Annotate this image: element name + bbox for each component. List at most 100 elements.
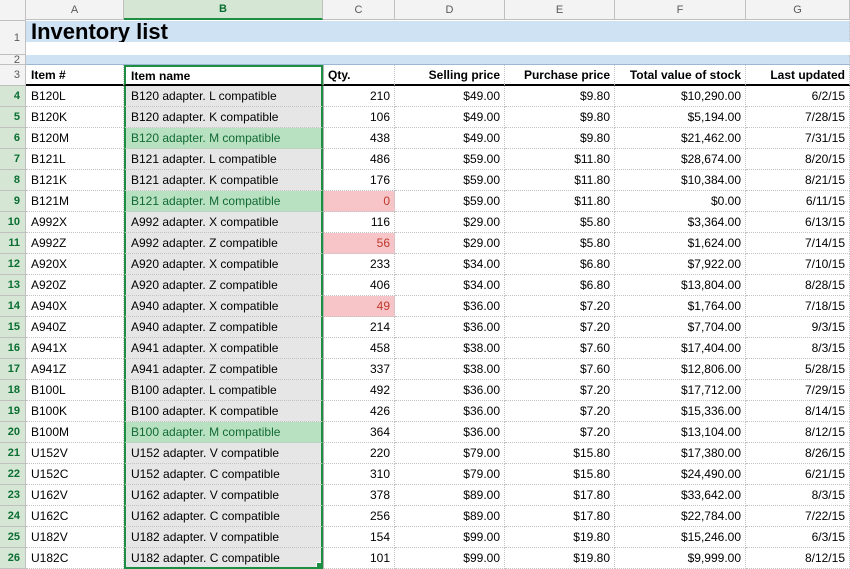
cell-d9[interactable]: $59.00 [395, 191, 505, 212]
cell-g16[interactable]: 8/3/15 [746, 338, 850, 359]
row-header-22[interactable]: 22 [0, 464, 26, 485]
cell-f8[interactable]: $10,384.00 [615, 170, 746, 191]
cell-b18[interactable]: B100 adapter. L compatible [124, 380, 323, 401]
cell-a19[interactable]: B100K [26, 401, 124, 422]
cell-b23[interactable]: U162 adapter. V compatible [124, 485, 323, 506]
cell-a10[interactable]: A992X [26, 212, 124, 233]
cell-b10[interactable]: A992 adapter. X compatible [124, 212, 323, 233]
cell-b13[interactable]: A920 adapter. Z compatible [124, 275, 323, 296]
cell-c14[interactable]: 49 [323, 296, 395, 317]
cell-c25[interactable]: 154 [323, 527, 395, 548]
col-header-E[interactable]: E [505, 0, 615, 20]
cell-b9[interactable]: B121 adapter. M compatible [124, 191, 323, 212]
cell-b16[interactable]: A941 adapter. X compatible [124, 338, 323, 359]
cell-f17[interactable]: $12,806.00 [615, 359, 746, 380]
cell-d23[interactable]: $89.00 [395, 485, 505, 506]
row-header-6[interactable]: 6 [0, 128, 26, 149]
cell-e16[interactable]: $7.60 [505, 338, 615, 359]
cell-b11[interactable]: A992 adapter. Z compatible [124, 233, 323, 254]
cell-e8[interactable]: $11.80 [505, 170, 615, 191]
cell-c4[interactable]: 210 [323, 86, 395, 107]
cell-e21[interactable]: $15.80 [505, 443, 615, 464]
cell-g18[interactable]: 7/29/15 [746, 380, 850, 401]
header-total-value[interactable]: Total value of stock [615, 65, 746, 86]
cell-g14[interactable]: 7/18/15 [746, 296, 850, 317]
row-header-4[interactable]: 4 [0, 86, 26, 107]
cell-f10[interactable]: $3,364.00 [615, 212, 746, 233]
header-selling-price[interactable]: Selling price [395, 65, 505, 86]
cell-c21[interactable]: 220 [323, 443, 395, 464]
cell-c26[interactable]: 101 [323, 548, 395, 569]
row-header-1[interactable]: 1 [0, 21, 26, 55]
row-header-9[interactable]: 9 [0, 191, 26, 212]
cell-d4[interactable]: $49.00 [395, 86, 505, 107]
cell-e23[interactable]: $17.80 [505, 485, 615, 506]
cell-f20[interactable]: $13,104.00 [615, 422, 746, 443]
cell-f22[interactable]: $24,490.00 [615, 464, 746, 485]
header-item-name[interactable]: Item name [124, 65, 323, 86]
cell-d26[interactable]: $99.00 [395, 548, 505, 569]
col-header-G[interactable]: G [746, 0, 850, 20]
cell-e18[interactable]: $7.20 [505, 380, 615, 401]
cell-g12[interactable]: 7/10/15 [746, 254, 850, 275]
col-header-D[interactable]: D [395, 0, 505, 20]
cell-b7[interactable]: B121 adapter. L compatible [124, 149, 323, 170]
cell-a12[interactable]: A920X [26, 254, 124, 275]
cell-g20[interactable]: 8/12/15 [746, 422, 850, 443]
cell-d5[interactable]: $49.00 [395, 107, 505, 128]
cell-g23[interactable]: 8/3/15 [746, 485, 850, 506]
cell-c24[interactable]: 256 [323, 506, 395, 527]
cell-c16[interactable]: 458 [323, 338, 395, 359]
cell-b14[interactable]: A940 adapter. X compatible [124, 296, 323, 317]
cell-b17[interactable]: A941 adapter. Z compatible [124, 359, 323, 380]
cell-f13[interactable]: $13,804.00 [615, 275, 746, 296]
cell-d14[interactable]: $36.00 [395, 296, 505, 317]
header-item-no[interactable]: Item # [26, 65, 124, 86]
cell-a18[interactable]: B100L [26, 380, 124, 401]
cell-c10[interactable]: 116 [323, 212, 395, 233]
cell-g10[interactable]: 6/13/15 [746, 212, 850, 233]
cell-d19[interactable]: $36.00 [395, 401, 505, 422]
cell-d15[interactable]: $36.00 [395, 317, 505, 338]
cell-a11[interactable]: A992Z [26, 233, 124, 254]
cell-c13[interactable]: 406 [323, 275, 395, 296]
cell-f15[interactable]: $7,704.00 [615, 317, 746, 338]
cell-e22[interactable]: $15.80 [505, 464, 615, 485]
cell-a17[interactable]: A941Z [26, 359, 124, 380]
cell-f5[interactable]: $5,194.00 [615, 107, 746, 128]
cell-a6[interactable]: B120M [26, 128, 124, 149]
cell-f11[interactable]: $1,624.00 [615, 233, 746, 254]
header-purchase-price[interactable]: Purchase price [505, 65, 615, 86]
cell-f18[interactable]: $17,712.00 [615, 380, 746, 401]
row-header-12[interactable]: 12 [0, 254, 26, 275]
row-header-25[interactable]: 25 [0, 527, 26, 548]
cell-g5[interactable]: 7/28/15 [746, 107, 850, 128]
cell-b20[interactable]: B100 adapter. M compatible [124, 422, 323, 443]
cell-c22[interactable]: 310 [323, 464, 395, 485]
cell-e25[interactable]: $19.80 [505, 527, 615, 548]
row-header-24[interactable]: 24 [0, 506, 26, 527]
cell-c5[interactable]: 106 [323, 107, 395, 128]
cell-e26[interactable]: $19.80 [505, 548, 615, 569]
cell-a22[interactable]: U152C [26, 464, 124, 485]
cell-g25[interactable]: 6/3/15 [746, 527, 850, 548]
row-header-2[interactable]: 2 [0, 55, 26, 65]
cell-d18[interactable]: $36.00 [395, 380, 505, 401]
cell-c18[interactable]: 492 [323, 380, 395, 401]
cell-a9[interactable]: B121M [26, 191, 124, 212]
cell-d10[interactable]: $29.00 [395, 212, 505, 233]
row-header-16[interactable]: 16 [0, 338, 26, 359]
cell-d13[interactable]: $34.00 [395, 275, 505, 296]
cell-b6[interactable]: B120 adapter. M compatible [124, 128, 323, 149]
cell-d6[interactable]: $49.00 [395, 128, 505, 149]
cell-f6[interactable]: $21,462.00 [615, 128, 746, 149]
cell-b15[interactable]: A940 adapter. Z compatible [124, 317, 323, 338]
cell-d11[interactable]: $29.00 [395, 233, 505, 254]
cell-b5[interactable]: B120 adapter. K compatible [124, 107, 323, 128]
cell-e12[interactable]: $6.80 [505, 254, 615, 275]
cell-b26[interactable]: U182 adapter. C compatible [124, 548, 323, 569]
cell-f19[interactable]: $15,336.00 [615, 401, 746, 422]
cell-b12[interactable]: A920 adapter. X compatible [124, 254, 323, 275]
cell-g11[interactable]: 7/14/15 [746, 233, 850, 254]
cell-f25[interactable]: $15,246.00 [615, 527, 746, 548]
